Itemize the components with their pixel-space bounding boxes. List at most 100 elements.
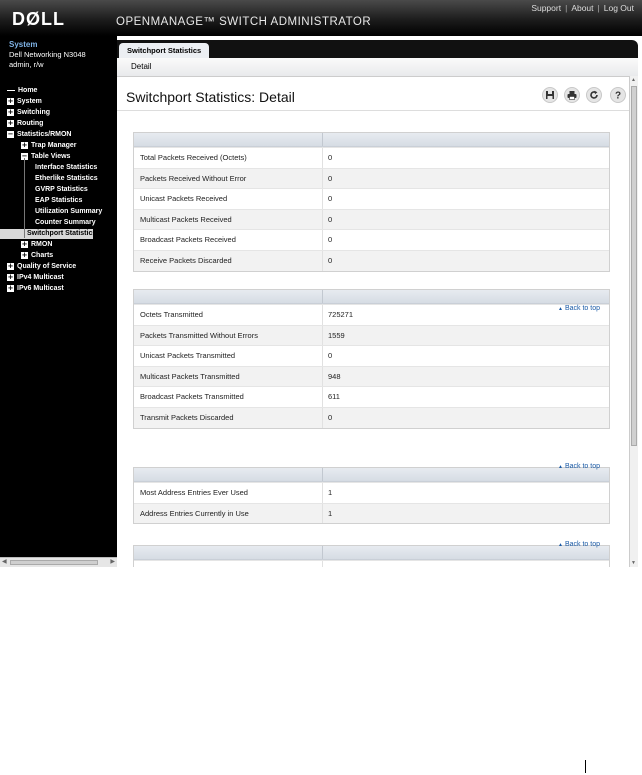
refresh-button[interactable] xyxy=(586,87,602,103)
sidebar-item-ipv4-multicast[interactable]: + IPv4 Multicast xyxy=(7,273,64,283)
expand-icon[interactable]: + xyxy=(7,108,14,116)
table-row: Address Entries Currently in Use 1 xyxy=(134,502,609,524)
sidebar-item-label: IPv4 Multicast xyxy=(17,274,64,281)
sidebar-item-rmon[interactable]: + RMON xyxy=(21,240,52,250)
expand-icon[interactable]: + xyxy=(21,240,28,248)
sidebar-item-label: System xyxy=(17,98,42,105)
sidebar-item-utilization-summary[interactable]: Utilization Summary xyxy=(35,207,102,217)
scroll-down-icon[interactable]: ▼ xyxy=(631,560,636,566)
logout-link[interactable]: Log Out xyxy=(604,3,634,13)
sidebar-item-statistics-rmon[interactable]: − Statistics/RMON xyxy=(7,130,71,140)
content-vertical-scrollbar[interactable]: ▲ ▼ xyxy=(629,76,638,567)
expand-icon[interactable]: + xyxy=(7,284,14,292)
sidebar-item-counter-summary[interactable]: Counter Summary xyxy=(35,218,96,228)
support-link[interactable]: Support xyxy=(531,3,561,13)
row-value: 948 xyxy=(328,371,341,381)
scroll-left-icon[interactable]: ◀ xyxy=(2,558,7,567)
dell-logo: DØLL xyxy=(12,9,65,29)
row-value: 0 xyxy=(328,214,333,224)
sidebar-item-label: GVRP Statistics xyxy=(35,186,88,193)
help-button[interactable]: ? xyxy=(610,87,626,103)
expand-icon[interactable]: + xyxy=(7,119,14,127)
up-arrow-icon: ▲ xyxy=(558,542,563,548)
table-row: Packets Transmitted Without Errors 1559 xyxy=(134,324,609,346)
sidebar-item-routing[interactable]: + Routing xyxy=(7,119,43,129)
sidebar-item-etherlike-statistics[interactable]: Etherlike Statistics xyxy=(35,174,98,184)
subtab-detail[interactable]: Detail xyxy=(131,62,151,71)
system-user: admin, r/w xyxy=(9,60,44,69)
system-info: System Dell Networking N3048 admin, r/w xyxy=(0,40,117,78)
tree-guide-line xyxy=(24,158,25,238)
expand-icon[interactable]: + xyxy=(7,97,14,105)
tab-switchport-statistics[interactable]: Switchport Statistics xyxy=(119,43,210,58)
title-divider xyxy=(117,110,630,111)
row-label: Address Entries Currently in Use xyxy=(140,508,249,518)
sidebar-item-charts[interactable]: + Charts xyxy=(21,251,53,261)
row-label: Total Packets Received (Octets) xyxy=(140,153,247,162)
sidebar-item-label: Switchport Statistics xyxy=(27,230,97,237)
row-label: Broadcast Packets Transmitted xyxy=(140,392,244,402)
table-row: Octets Transmitted 725271 xyxy=(134,304,609,325)
table-row: Broadcast Packets Transmitted 611 xyxy=(134,386,609,407)
stats-table: Octets Transmitted 725271 Packets Transmit… xyxy=(133,289,610,429)
sidebar-item-home[interactable]: Home xyxy=(7,86,37,96)
svg-text:?: ? xyxy=(615,91,621,101)
row-value: 0 xyxy=(328,412,333,422)
vertical-scroll-thumb[interactable] xyxy=(631,86,637,446)
sidebar-item-gvrp-statistics[interactable]: GVRP Statistics xyxy=(35,185,88,195)
sidebar-item-system[interactable]: + System xyxy=(7,97,42,107)
table-row: Multicast Packets Transmitted 948 xyxy=(134,365,609,387)
expand-icon[interactable]: + xyxy=(21,141,28,149)
sidebar-item-interface-statistics[interactable]: Interface Statistics xyxy=(35,163,97,173)
back-to-top-link[interactable]: ▲ Back to top xyxy=(558,305,600,312)
sidebar-item-switching[interactable]: + Switching xyxy=(7,108,50,118)
table-row: Multicast Packets Received 0 xyxy=(134,208,609,230)
sidebar-item-eap-statistics[interactable]: EAP Statistics xyxy=(35,196,82,206)
sidebar-item-label: Interface Statistics xyxy=(35,164,98,171)
row-value: 0 xyxy=(328,351,333,361)
sidebar-item-label: Counter Summary xyxy=(35,219,96,226)
sidebar-item-label: Home xyxy=(18,87,38,94)
expand-icon[interactable]: + xyxy=(7,262,14,270)
row-value: 0 xyxy=(328,235,333,245)
table-row: Packets Received Without Error 0 xyxy=(134,167,609,189)
sidebar-item-label: Statistics/RMON xyxy=(17,131,72,138)
sidebar-item-trap-manager[interactable]: + Trap Manager xyxy=(21,141,77,151)
scroll-right-icon[interactable]: ▶ xyxy=(110,558,115,567)
row-label: Receive Packets Discarded xyxy=(140,255,232,265)
table-row: Broadcast Packets Received 0 xyxy=(134,229,609,250)
expand-icon[interactable]: + xyxy=(21,251,28,259)
help-icon: ? xyxy=(615,91,621,101)
back-to-top-label: Back to top xyxy=(564,463,600,470)
back-to-top-link[interactable]: ▲ Back to top xyxy=(558,541,600,548)
collapse-icon[interactable]: − xyxy=(7,130,14,138)
stats-table: Maximum VLAN Entries4093Most VLAN Entrie… xyxy=(133,545,610,567)
expand-icon[interactable]: + xyxy=(7,273,14,281)
about-link[interactable]: About xyxy=(571,3,593,13)
table-row: Transmit Packets Discarded 0 xyxy=(134,406,609,428)
scroll-thumb[interactable] xyxy=(10,560,98,565)
refresh-icon xyxy=(590,90,598,99)
tab-bar: Switchport Statistics xyxy=(117,40,638,58)
sidebar-item-table-views[interactable]: − Table Views xyxy=(21,152,70,162)
back-to-top-link[interactable]: ▲ Back to top xyxy=(558,463,600,470)
app-title: OPENMANAGE™ SWITCH ADMINISTRATOR xyxy=(116,16,372,28)
stats-table: Total Packets Received (Octets) 0 Packets … xyxy=(133,132,610,272)
main-panel: Switchport Statistics Detail Switchport … xyxy=(117,36,642,567)
scroll-up-icon[interactable]: ▲ xyxy=(631,77,636,83)
sidebar-horizontal-scrollbar[interactable]: ◀ ▶ xyxy=(0,557,117,567)
header-bar: DØLL OPENMANAGE™ SWITCH ADMINISTRATOR Su… xyxy=(0,0,642,36)
sidebar-item-label: Table Views xyxy=(31,153,71,160)
app-window: DØLL OPENMANAGE™ SWITCH ADMINISTRATOR Su… xyxy=(0,0,642,567)
sidebar-item-quality-of-service[interactable]: + Quality of Service xyxy=(7,262,76,272)
sidebar-item-switchport-statistics[interactable]: Switchport Statistics xyxy=(0,229,97,239)
save-button[interactable] xyxy=(542,87,558,103)
row-value: 1 xyxy=(328,508,333,518)
row-label: Transmit Packets Discarded xyxy=(140,412,234,422)
sidebar-item-ipv6-multicast[interactable]: + IPv6 Multicast xyxy=(7,284,64,294)
table-header xyxy=(134,468,609,482)
table-row: Most Address Entries Ever Used 1 xyxy=(134,482,609,503)
row-label: Broadcast Packets Received xyxy=(140,235,236,245)
page-title: Switchport Statistics: Detail xyxy=(126,89,295,105)
print-button[interactable] xyxy=(564,87,580,103)
